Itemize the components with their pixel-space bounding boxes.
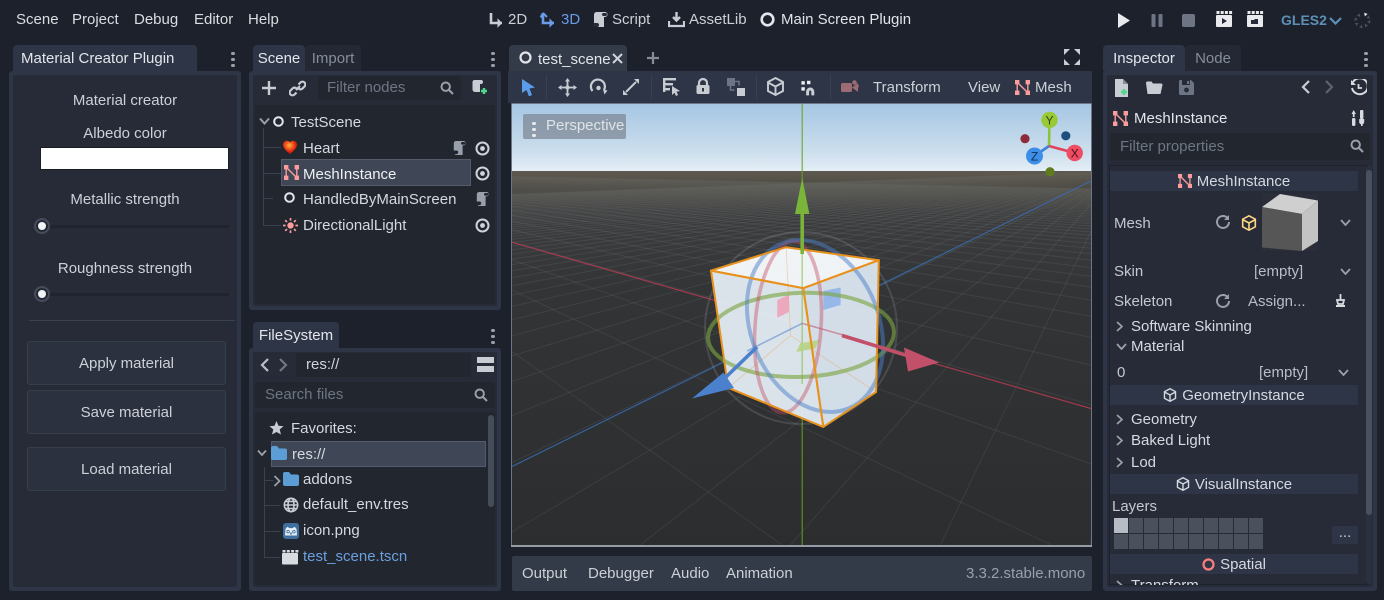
svg-text:X: X [1071, 147, 1079, 161]
svg-text:Y: Y [1045, 114, 1053, 128]
svg-text:Z: Z [1031, 150, 1038, 164]
